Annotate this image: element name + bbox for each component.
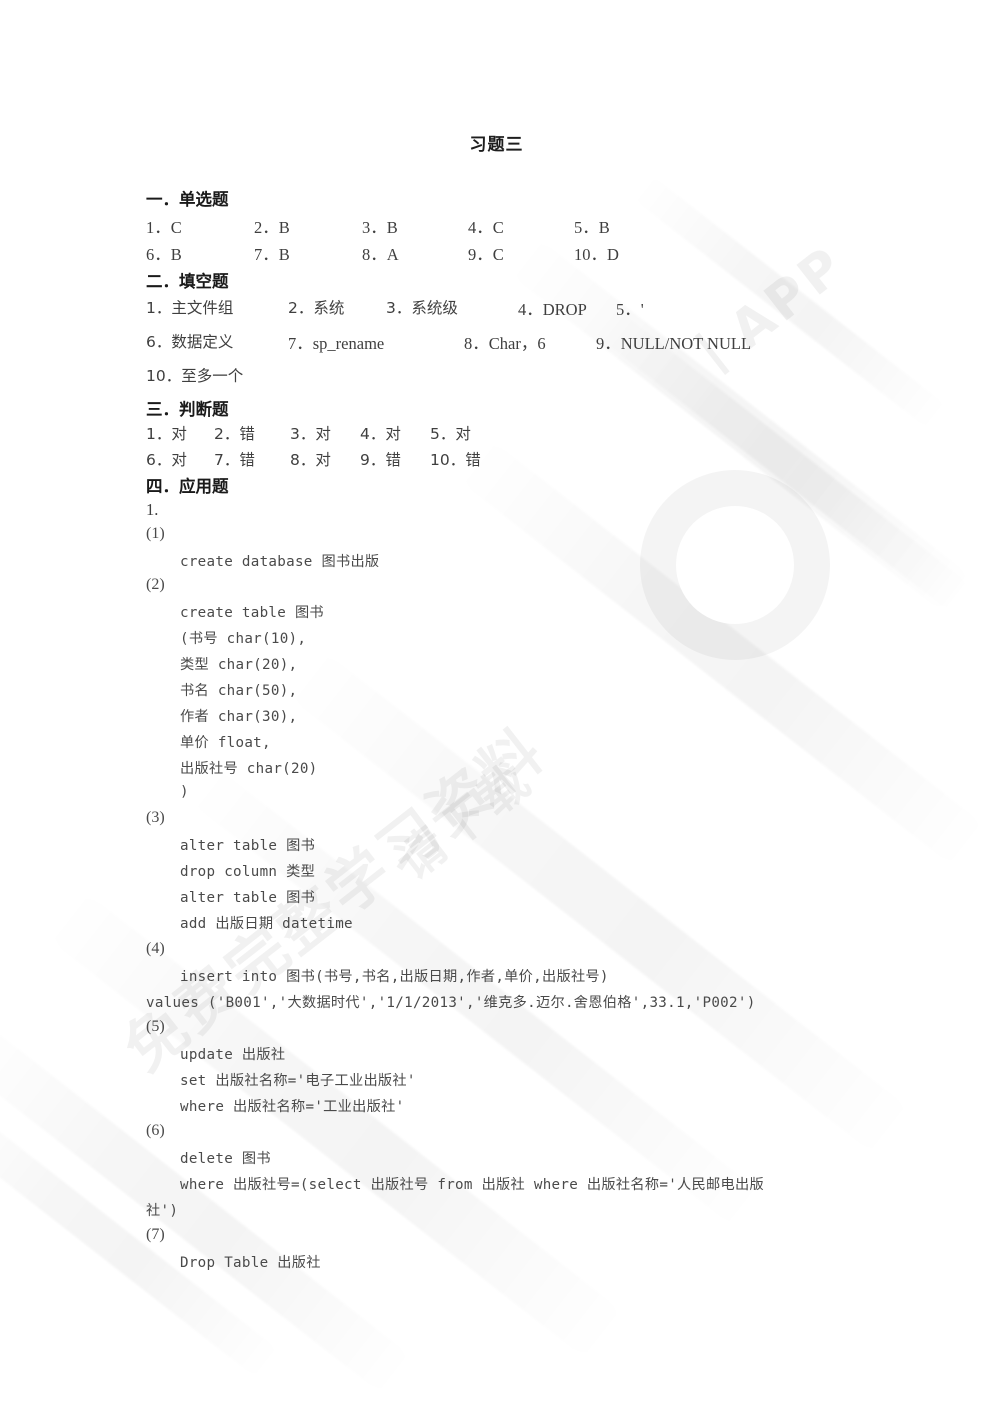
document-content: 习题三 一．单选题 1．C 2．B 3．B 4．C 5．B 6．B 7．B 8．…	[0, 0, 993, 1404]
section-heading-true-false: 三．判断题	[146, 400, 229, 419]
document-page: 丨APP 免费完整学习资料 请下载 习题三 一．单选题 1．C 2．B 3．B …	[0, 0, 993, 1404]
code-line: values ('B001','大数据时代','1/1/2013','维克多.迈…	[146, 995, 756, 1011]
answer-cell: 2．B	[254, 218, 290, 237]
section-heading-fill-in-blank: 二．填空题	[146, 272, 229, 291]
code-line: where 出版社号=(select 出版社号 from 出版社 where 出…	[180, 1177, 764, 1193]
answer-row: 1．主文件组 2．系统 3．系统级 4．DROP 5．'	[146, 296, 946, 322]
code-line: insert into 图书(书号,书名,出版日期,作者,单价,出版社号)	[180, 969, 609, 985]
code-line: create table 图书	[180, 605, 324, 621]
answer-cell: 8．A	[362, 245, 399, 264]
sub-question-label: (3)	[146, 809, 165, 826]
code-line: delete 图书	[180, 1151, 271, 1167]
answer-cell: 3．对	[290, 425, 331, 443]
answer-cell: 10．错	[430, 451, 481, 469]
answer-cell: 3．B	[362, 218, 398, 237]
code-line: 类型 char(20),	[180, 657, 298, 673]
code-line: alter table 图书	[180, 838, 316, 854]
application-question-number: 1.	[146, 500, 159, 519]
answer-cell: 9．NULL/NOT NULL	[596, 334, 752, 353]
code-line: 社')	[146, 1203, 179, 1219]
answer-row: 6．数据定义 7．sp_rename 8．Char，6 9．NULL/NOT N…	[146, 330, 946, 356]
code-line: 出版社号 char(20)	[180, 761, 318, 777]
code-line: alter table 图书	[180, 890, 316, 906]
section-heading-application: 四．应用题	[146, 477, 229, 496]
answer-cell: 2．系统	[288, 299, 345, 317]
code-line: set 出版社名称='电子工业出版社'	[180, 1073, 416, 1089]
answer-cell: 7．B	[254, 245, 290, 264]
sub-question-label: (7)	[146, 1226, 165, 1243]
answer-cell: 2．错	[214, 425, 255, 443]
answer-cell: 10．至多一个	[146, 367, 244, 385]
answer-cell: 5．B	[574, 218, 610, 237]
sub-question-label: (6)	[146, 1122, 165, 1139]
sub-question-label: (4)	[146, 940, 165, 957]
answer-cell: 6．B	[146, 245, 182, 264]
answer-cell: 5．对	[430, 425, 471, 443]
answer-cell: 1．C	[146, 218, 182, 237]
answer-cell: 7．sp_rename	[288, 334, 385, 353]
code-line: 作者 char(30),	[180, 709, 298, 725]
page-title: 习题三	[469, 135, 524, 155]
code-line: where 出版社名称='工业出版社'	[180, 1099, 405, 1115]
code-line: create database 图书出版	[180, 554, 380, 570]
answer-row: 1．对 2．错 3．对 4．对 5．对	[146, 422, 946, 448]
answer-cell: 5．'	[616, 300, 644, 319]
answer-cell: 8．Char，6	[464, 334, 546, 353]
answer-cell: 4．对	[360, 425, 401, 443]
answer-cell: 3．系统级	[386, 299, 458, 317]
code-line: )	[180, 784, 189, 800]
answer-cell: 9．C	[468, 245, 504, 264]
sub-question-label: (2)	[146, 576, 165, 593]
section-heading-single-choice: 一．单选题	[146, 190, 229, 209]
answer-row: 6．B 7．B 8．A 9．C 10．D	[146, 241, 946, 267]
answer-row: 6．对 7．错 8．对 9．错 10．错	[146, 448, 946, 474]
answer-cell: 6．数据定义	[146, 333, 234, 351]
answer-row: 1．C 2．B 3．B 4．C 5．B	[146, 214, 946, 240]
code-line: 书名 char(50),	[180, 683, 298, 699]
answer-cell: 1．对	[146, 425, 187, 443]
sub-question-label: (5)	[146, 1018, 165, 1035]
code-line: update 出版社	[180, 1047, 286, 1063]
code-line: add 出版日期 datetime	[180, 916, 353, 932]
answer-cell: 10．D	[574, 245, 619, 264]
sub-question-label: (1)	[146, 525, 165, 542]
answer-cell: 9．错	[360, 451, 401, 469]
code-line: drop column 类型	[180, 864, 316, 880]
answer-cell: 8．对	[290, 451, 331, 469]
code-line: 单价 float,	[180, 735, 271, 751]
code-line: (书号 char(10),	[180, 631, 307, 647]
answer-cell: 6．对	[146, 451, 187, 469]
answer-cell: 4．C	[468, 218, 504, 237]
answer-cell: 1．主文件组	[146, 299, 234, 317]
answer-cell: 4．DROP	[518, 300, 587, 319]
code-line: Drop Table 出版社	[180, 1255, 321, 1271]
answer-cell: 7．错	[214, 451, 255, 469]
answer-row: 10．至多一个	[146, 364, 946, 390]
